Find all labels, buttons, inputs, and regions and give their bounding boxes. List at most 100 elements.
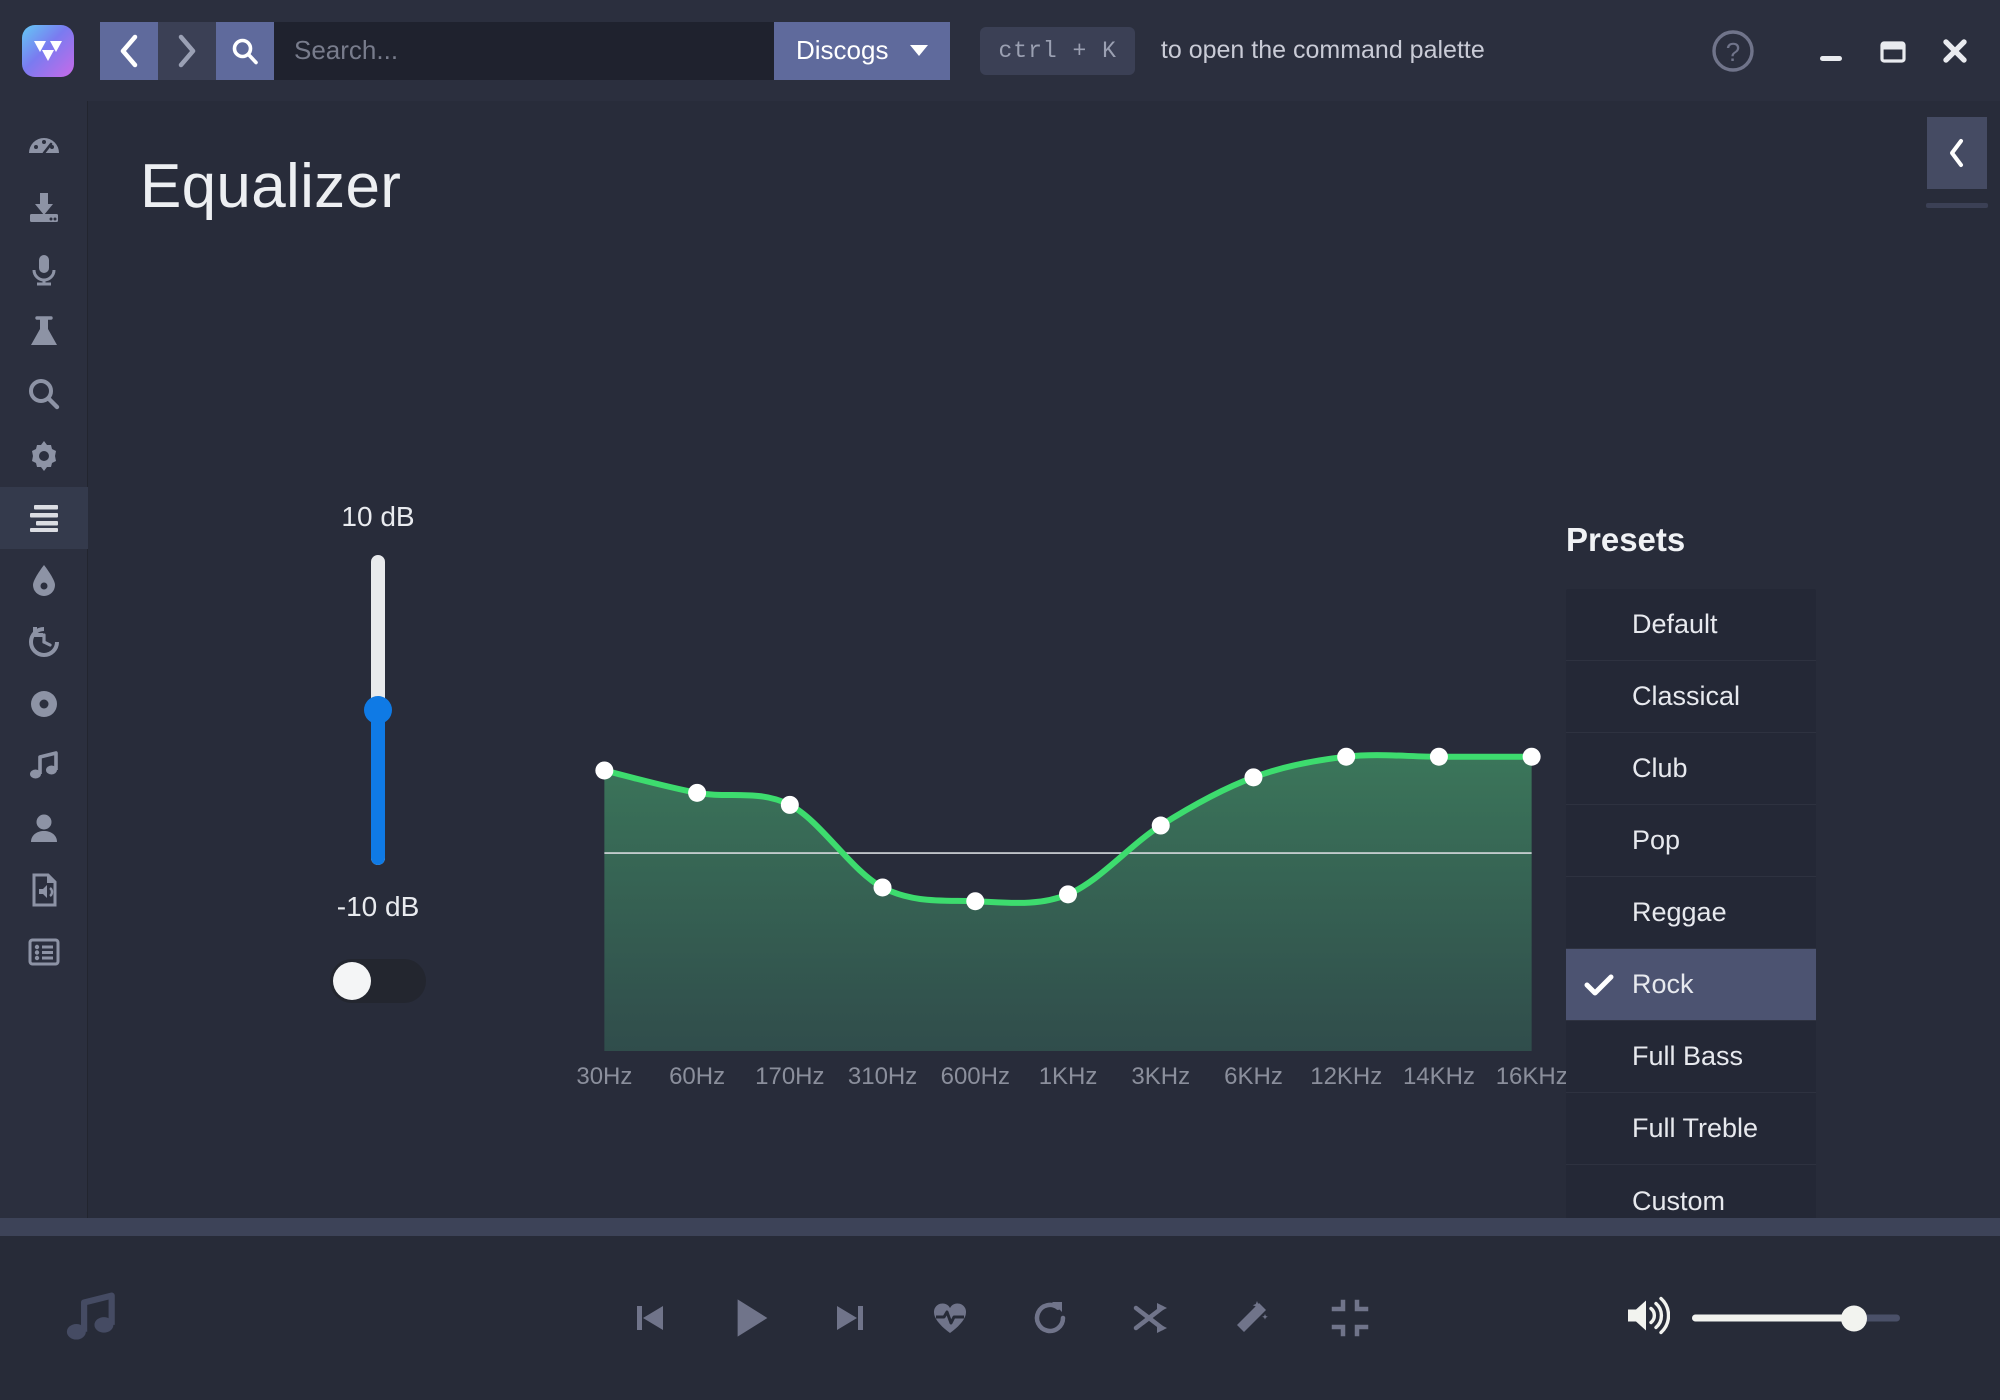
flask-icon	[26, 314, 62, 350]
eq-chart[interactable]: 30Hz60Hz170Hz310Hz600Hz1KHz3KHz6KHz12KHz…	[558, 671, 1578, 1091]
download-icon	[26, 190, 62, 226]
frequency-label: 600Hz	[929, 1063, 1022, 1091]
volume-slider-fill	[1692, 1315, 1854, 1322]
eq-curve-plot[interactable]	[558, 671, 1578, 1051]
volume-slider-thumb[interactable]	[1841, 1305, 1867, 1331]
sidebar-item-effects[interactable]	[0, 549, 88, 611]
sidebar-item-search[interactable]	[0, 363, 88, 425]
preset-label: Club	[1632, 753, 1816, 784]
next-track-button[interactable]	[823, 1291, 877, 1345]
skip-previous-icon	[629, 1297, 671, 1339]
sidebar-item-playlists[interactable]	[0, 921, 88, 983]
preset-label: Classical	[1632, 681, 1816, 712]
collapse-panel-button[interactable]	[1927, 117, 1987, 189]
left-sidebar	[0, 101, 88, 1218]
frequency-label: 16KHz	[1485, 1063, 1578, 1091]
search-input[interactable]	[274, 22, 774, 80]
sidebar-item-music[interactable]	[0, 735, 88, 797]
favorite-button[interactable]	[923, 1291, 977, 1345]
presets-panel: Presets DefaultClassicalClubPopReggaeRoc…	[1566, 521, 1816, 1218]
audio-file-icon	[26, 872, 62, 908]
sidebar-item-downloads[interactable]	[0, 177, 88, 239]
gain-slider[interactable]	[371, 555, 385, 865]
preset-item-default[interactable]: Default	[1566, 589, 1816, 661]
eq-band-handle-1KHz[interactable]	[1059, 885, 1077, 903]
preset-item-classical[interactable]: Classical	[1566, 661, 1816, 733]
sidebar-item-history[interactable]	[0, 611, 88, 673]
sidebar-item-equalizer[interactable]	[0, 487, 88, 549]
volume-button[interactable]	[1624, 1296, 1670, 1341]
sidebar-item-audio-file[interactable]	[0, 859, 88, 921]
svg-text:?: ?	[1726, 37, 1740, 67]
chevron-left-icon	[118, 34, 140, 68]
eq-band-handle-6KHz[interactable]	[1244, 768, 1262, 786]
page-title: Equalizer	[140, 151, 401, 222]
skip-next-icon	[829, 1297, 871, 1339]
sidebar-item-albums[interactable]	[0, 673, 88, 735]
app-logo-triangles-icon	[33, 39, 63, 63]
eq-band-handle-16KHz[interactable]	[1523, 748, 1541, 766]
preset-item-pop[interactable]: Pop	[1566, 805, 1816, 877]
preset-item-rock[interactable]: Rock	[1566, 949, 1816, 1021]
now-playing-thumb[interactable]	[36, 1287, 146, 1349]
caret-down-icon	[910, 45, 928, 56]
compact-button[interactable]	[1323, 1291, 1377, 1345]
equalizer-enable-toggle[interactable]	[330, 959, 426, 1003]
magic-button[interactable]	[1223, 1291, 1277, 1345]
previous-track-button[interactable]	[623, 1291, 677, 1345]
app-logo[interactable]	[22, 25, 74, 77]
play-icon	[724, 1292, 776, 1344]
disc-icon	[26, 686, 62, 722]
forward-button[interactable]	[158, 22, 216, 80]
help-button[interactable]: ?	[1702, 20, 1764, 82]
volume-slider[interactable]	[1692, 1315, 1900, 1322]
eq-band-handle-310Hz[interactable]	[874, 878, 892, 896]
eq-band-handle-170Hz[interactable]	[781, 796, 799, 814]
preset-item-full-bass[interactable]: Full Bass	[1566, 1021, 1816, 1093]
eq-band-handle-3KHz[interactable]	[1152, 817, 1170, 835]
preset-label: Custom	[1632, 1186, 1816, 1217]
compress-icon	[1329, 1297, 1371, 1339]
gain-slider-thumb[interactable]	[364, 696, 392, 724]
gear-icon	[26, 438, 62, 474]
eq-band-handle-14KHz[interactable]	[1430, 748, 1448, 766]
sidebar-item-podcast[interactable]	[0, 239, 88, 301]
preset-item-club[interactable]: Club	[1566, 733, 1816, 805]
player-bar	[0, 1236, 2000, 1400]
source-dropdown[interactable]: Discogs	[774, 22, 950, 80]
sidebar-item-lab[interactable]	[0, 301, 88, 363]
sidebar-item-settings[interactable]	[0, 425, 88, 487]
speedometer-icon	[26, 128, 62, 164]
minimize-icon	[1815, 35, 1847, 67]
sidebar-item-dashboard[interactable]	[0, 115, 88, 177]
preset-item-full-treble[interactable]: Full Treble	[1566, 1093, 1816, 1165]
top-toolbar: Discogs ctrl + K to open the command pal…	[0, 0, 2000, 101]
preset-label: Reggae	[1632, 897, 1816, 928]
volume-control	[1624, 1296, 1900, 1341]
gain-slider-fill	[371, 710, 385, 865]
shuffle-button[interactable]	[1123, 1291, 1177, 1345]
play-button[interactable]	[723, 1291, 777, 1345]
repeat-button[interactable]	[1023, 1291, 1077, 1345]
preset-item-custom[interactable]: Custom	[1566, 1165, 1816, 1218]
equalizer-icon	[26, 503, 62, 533]
frequency-label: 310Hz	[836, 1063, 929, 1091]
maximize-button[interactable]	[1862, 20, 1924, 82]
eq-band-handle-600Hz[interactable]	[966, 892, 984, 910]
sidebar-item-artists[interactable]	[0, 797, 88, 859]
search-icon	[231, 37, 259, 65]
microphone-icon	[26, 252, 62, 288]
search-button[interactable]	[216, 22, 274, 80]
eq-band-handle-30Hz[interactable]	[595, 761, 613, 779]
frequency-label: 60Hz	[651, 1063, 744, 1091]
shuffle-icon	[1129, 1297, 1171, 1339]
preset-item-reggae[interactable]: Reggae	[1566, 877, 1816, 949]
music-note-icon	[26, 748, 62, 784]
frequency-label: 3KHz	[1114, 1063, 1207, 1091]
toggle-knob	[333, 962, 371, 1000]
back-button[interactable]	[100, 22, 158, 80]
minimize-button[interactable]	[1800, 20, 1862, 82]
close-button[interactable]	[1924, 20, 1986, 82]
eq-band-handle-12KHz[interactable]	[1337, 748, 1355, 766]
eq-band-handle-60Hz[interactable]	[688, 784, 706, 802]
